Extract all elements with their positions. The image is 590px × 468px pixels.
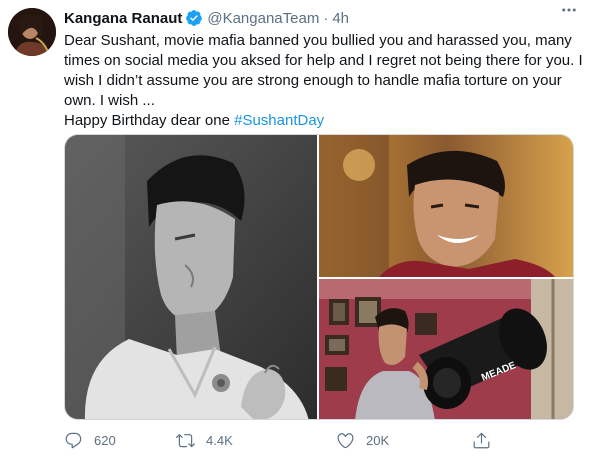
author-handle[interactable]: @KanganaTeam xyxy=(207,10,319,27)
more-options-icon[interactable] xyxy=(558,0,580,20)
photo-smiling-man[interactable] xyxy=(319,135,573,277)
media-grid: MEADE xyxy=(64,134,574,420)
like-count: 20K xyxy=(366,432,390,448)
share-icon xyxy=(472,431,491,450)
tweet-actions: 620 4.4K 20K xyxy=(64,428,534,452)
photo-black-white-portrait[interactable] xyxy=(65,135,317,419)
tweet[interactable]: Kangana Ranaut @KanganaTeam · 4h Dear Su… xyxy=(0,0,590,468)
photo-man-with-telescope[interactable]: MEADE xyxy=(319,279,573,419)
retweet-button[interactable]: 4.4K xyxy=(176,428,233,452)
closing-text: Happy Birthday dear one xyxy=(64,112,235,129)
retweet-icon xyxy=(176,431,195,450)
heart-icon xyxy=(336,431,355,450)
separator-dot: · xyxy=(323,9,329,27)
tweet-text: Dear Sushant, movie mafia banned you bul… xyxy=(64,31,584,131)
reply-icon xyxy=(64,431,83,450)
tweet-body: Dear Sushant, movie mafia banned you bul… xyxy=(64,32,583,109)
timestamp[interactable]: 4h xyxy=(332,10,349,27)
avatar-image xyxy=(8,8,56,56)
tweet-header: Kangana Ranaut @KanganaTeam · 4h xyxy=(64,8,580,28)
author-name[interactable]: Kangana Ranaut xyxy=(64,10,182,27)
verified-badge-icon xyxy=(185,9,203,27)
like-button[interactable]: 20K xyxy=(336,428,389,452)
avatar[interactable] xyxy=(8,8,56,56)
tweet-closing-line: Happy Birthday dear one #SushantDay xyxy=(64,111,584,131)
retweet-count: 4.4K xyxy=(206,432,233,448)
reply-button[interactable]: 620 xyxy=(64,428,116,452)
share-button[interactable] xyxy=(472,428,491,452)
reply-count: 620 xyxy=(94,432,116,448)
hashtag-link[interactable]: #SushantDay xyxy=(234,112,324,129)
